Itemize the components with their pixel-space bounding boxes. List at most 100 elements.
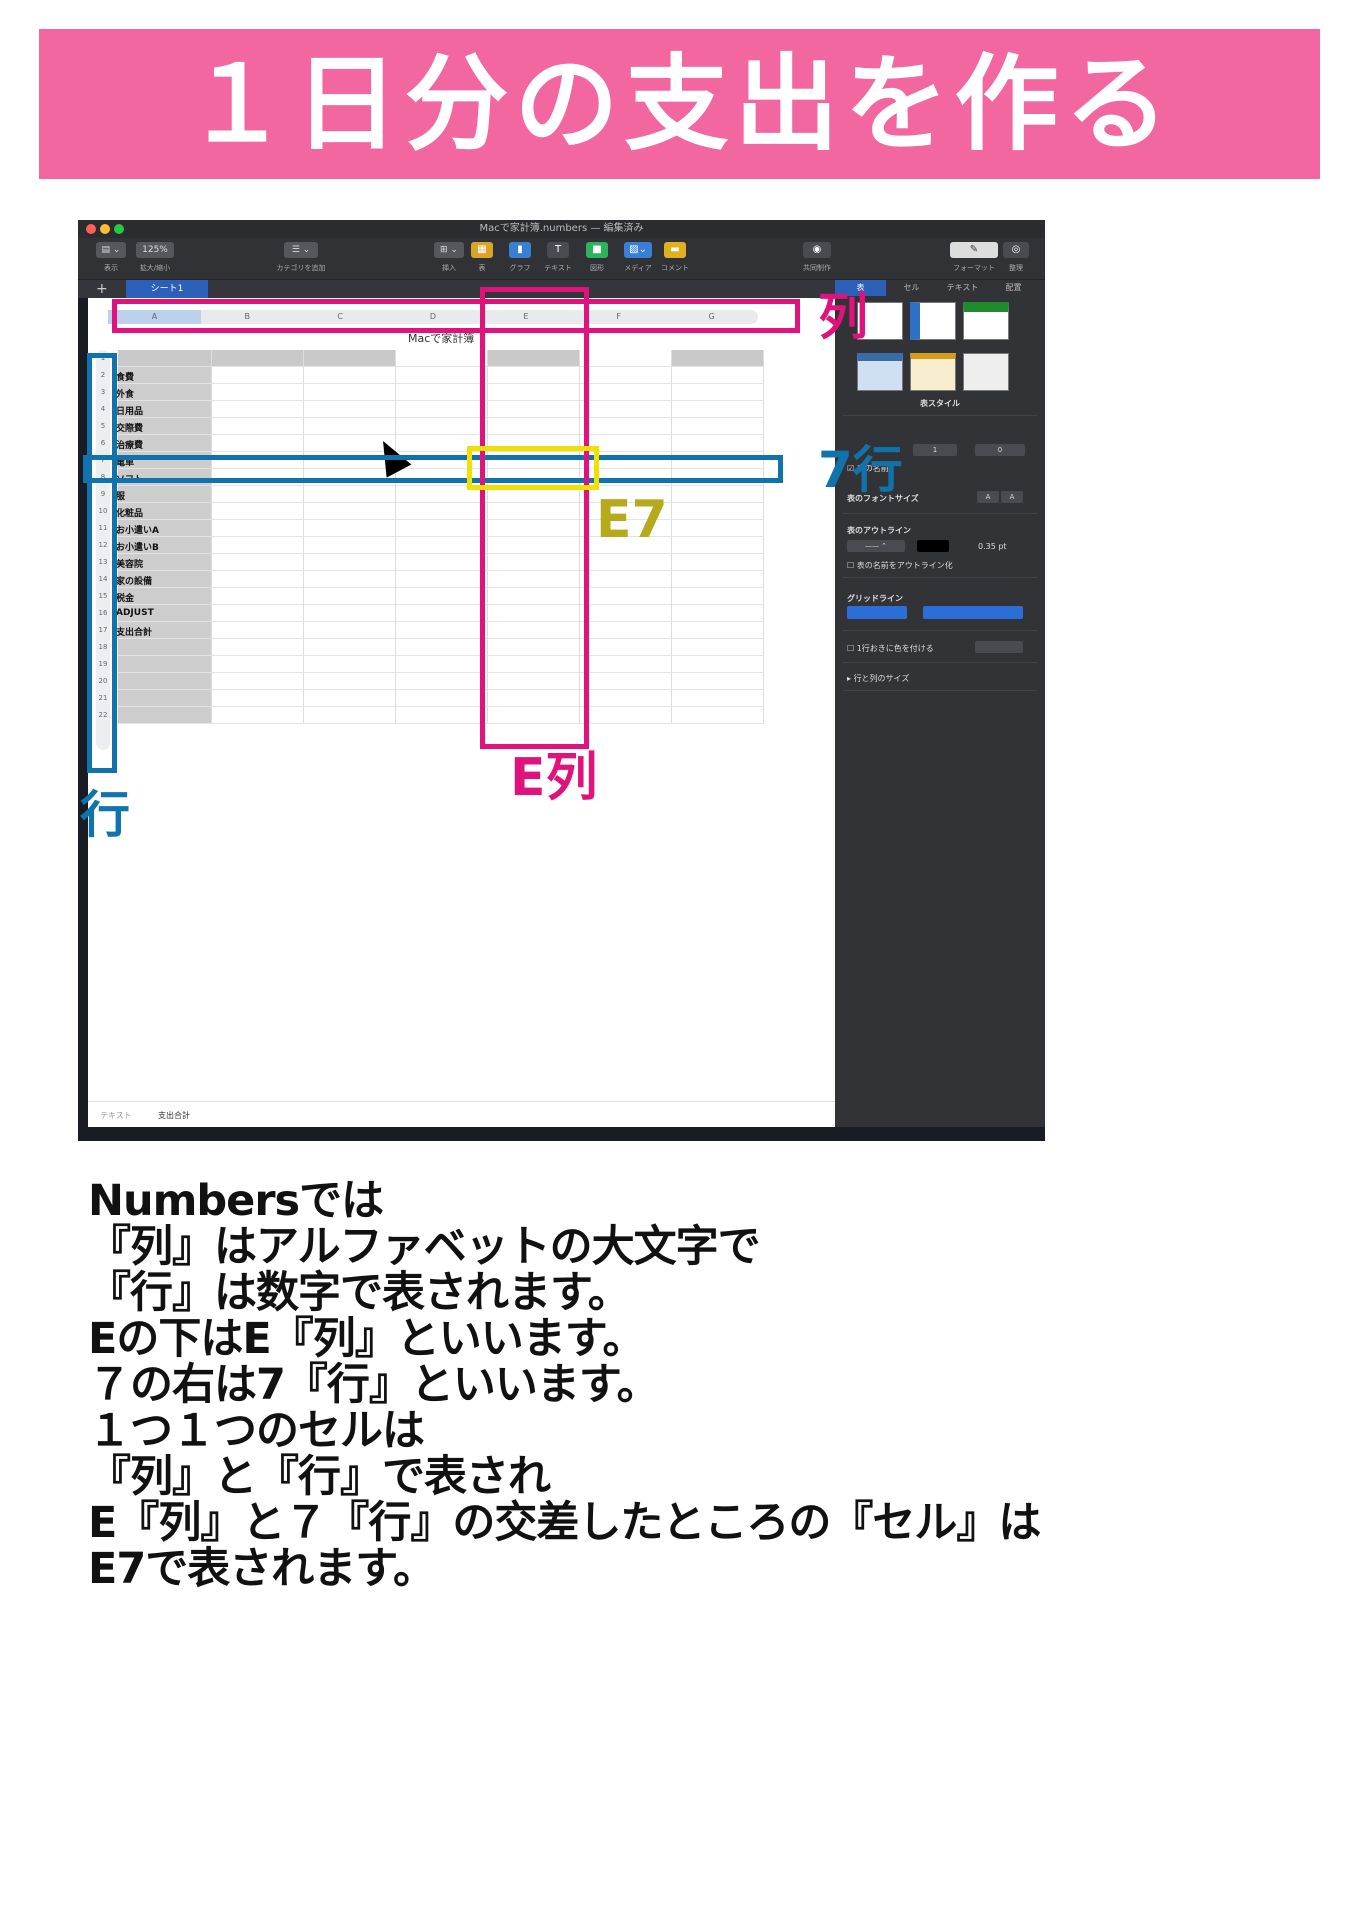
table-style-2[interactable] — [910, 302, 956, 340]
cell-G17[interactable] — [672, 622, 764, 639]
cell-C12[interactable] — [304, 537, 396, 554]
font-smaller-button[interactable]: A — [977, 491, 999, 503]
cell-F18[interactable] — [580, 639, 672, 656]
cell-D3[interactable] — [396, 384, 488, 401]
cell-C5[interactable] — [304, 418, 396, 435]
comment-icon[interactable]: ▬ — [664, 242, 686, 258]
cell-C1[interactable] — [304, 350, 396, 367]
cell-B15[interactable] — [212, 588, 304, 605]
cell-D16[interactable] — [396, 605, 488, 622]
text-icon[interactable]: T — [547, 242, 569, 258]
cell-B18[interactable] — [212, 639, 304, 656]
cell-A1[interactable] — [118, 350, 212, 367]
alternate-rows-checkbox[interactable]: ☐ 1行おきに色を付ける — [847, 643, 934, 654]
header-rows-stepper[interactable]: 1 — [913, 444, 957, 456]
cell-G11[interactable] — [672, 520, 764, 537]
cell-C17[interactable] — [304, 622, 396, 639]
cell-F14[interactable] — [580, 571, 672, 588]
cell-B12[interactable] — [212, 537, 304, 554]
table-style-6[interactable] — [963, 353, 1009, 391]
cell-B17[interactable] — [212, 622, 304, 639]
gridline-header-button[interactable] — [923, 606, 1023, 619]
cell-G15[interactable] — [672, 588, 764, 605]
cell-C20[interactable] — [304, 673, 396, 690]
cell-C14[interactable] — [304, 571, 396, 588]
cell-G20[interactable] — [672, 673, 764, 690]
sheet-tab[interactable]: シート1 — [126, 280, 208, 298]
view-button[interactable]: ▤ ⌄ — [96, 242, 126, 258]
cell-D19[interactable] — [396, 656, 488, 673]
tab-arrange[interactable]: 配置 — [988, 280, 1039, 296]
cell-G2[interactable] — [672, 367, 764, 384]
cell-G6[interactable] — [672, 435, 764, 452]
alternate-color-well[interactable] — [975, 641, 1023, 653]
cell-C22[interactable] — [304, 707, 396, 724]
organize-icon[interactable]: ◎ — [1003, 242, 1029, 258]
cell-F5[interactable] — [580, 418, 672, 435]
outline-color-well[interactable] — [917, 540, 949, 552]
cell-B4[interactable] — [212, 401, 304, 418]
cell-D5[interactable] — [396, 418, 488, 435]
cell-D21[interactable] — [396, 690, 488, 707]
cell-G9[interactable] — [672, 486, 764, 503]
shape-icon[interactable]: ■ — [586, 242, 608, 258]
cell-D17[interactable] — [396, 622, 488, 639]
format-brush-icon[interactable]: ✎ — [950, 242, 998, 258]
cell-F17[interactable] — [580, 622, 672, 639]
cell-B22[interactable] — [212, 707, 304, 724]
cell-C19[interactable] — [304, 656, 396, 673]
cell-A20[interactable] — [118, 673, 212, 690]
cell-F20[interactable] — [580, 673, 672, 690]
minimize-window-button[interactable] — [100, 224, 110, 234]
table-grid[interactable] — [118, 350, 768, 735]
zoom-window-button[interactable] — [114, 224, 124, 234]
cell-F22[interactable] — [580, 707, 672, 724]
table-icon[interactable]: ▦ — [471, 242, 493, 258]
cell-B2[interactable] — [212, 367, 304, 384]
cell-C2[interactable] — [304, 367, 396, 384]
header-cols-stepper[interactable]: 0 — [975, 444, 1025, 456]
cell-B3[interactable] — [212, 384, 304, 401]
cell-C18[interactable] — [304, 639, 396, 656]
cell-B9[interactable] — [212, 486, 304, 503]
cell-A19[interactable] — [118, 656, 212, 673]
cell-B20[interactable] — [212, 673, 304, 690]
table-style-3[interactable] — [963, 302, 1009, 340]
chart-icon[interactable]: ▮ — [509, 242, 531, 258]
cell-G14[interactable] — [672, 571, 764, 588]
collaborate-icon[interactable]: ◉ — [803, 242, 831, 258]
table-style-5[interactable] — [910, 353, 956, 391]
cell-B16[interactable] — [212, 605, 304, 622]
cell-C4[interactable] — [304, 401, 396, 418]
cell-D20[interactable] — [396, 673, 488, 690]
cell-C16[interactable] — [304, 605, 396, 622]
cell-B6[interactable] — [212, 435, 304, 452]
cell-D13[interactable] — [396, 554, 488, 571]
cell-G22[interactable] — [672, 707, 764, 724]
cell-B14[interactable] — [212, 571, 304, 588]
row-col-size-disclosure[interactable]: ▸ 行と列のサイズ — [847, 673, 909, 684]
cell-B19[interactable] — [212, 656, 304, 673]
cell-C9[interactable] — [304, 486, 396, 503]
cell-C15[interactable] — [304, 588, 396, 605]
media-icon[interactable]: ▨⌄ — [624, 242, 652, 258]
cell-D10[interactable] — [396, 503, 488, 520]
cell-C10[interactable] — [304, 503, 396, 520]
cell-F4[interactable] — [580, 401, 672, 418]
cell-G21[interactable] — [672, 690, 764, 707]
category-button[interactable]: ☰ ⌄ — [284, 242, 318, 258]
cell-B13[interactable] — [212, 554, 304, 571]
insert-button[interactable]: ⊞ ⌄ — [434, 242, 464, 258]
cell-G3[interactable] — [672, 384, 764, 401]
cell-C13[interactable] — [304, 554, 396, 571]
cell-D4[interactable] — [396, 401, 488, 418]
cell-D15[interactable] — [396, 588, 488, 605]
cell-B1[interactable] — [212, 350, 304, 367]
cell-G13[interactable] — [672, 554, 764, 571]
cell-B10[interactable] — [212, 503, 304, 520]
cell-F1[interactable] — [580, 350, 672, 367]
cell-F21[interactable] — [580, 690, 672, 707]
outline-name-checkbox[interactable]: ☐ 表の名前をアウトライン化 — [847, 560, 953, 571]
cell-C3[interactable] — [304, 384, 396, 401]
cell-G18[interactable] — [672, 639, 764, 656]
